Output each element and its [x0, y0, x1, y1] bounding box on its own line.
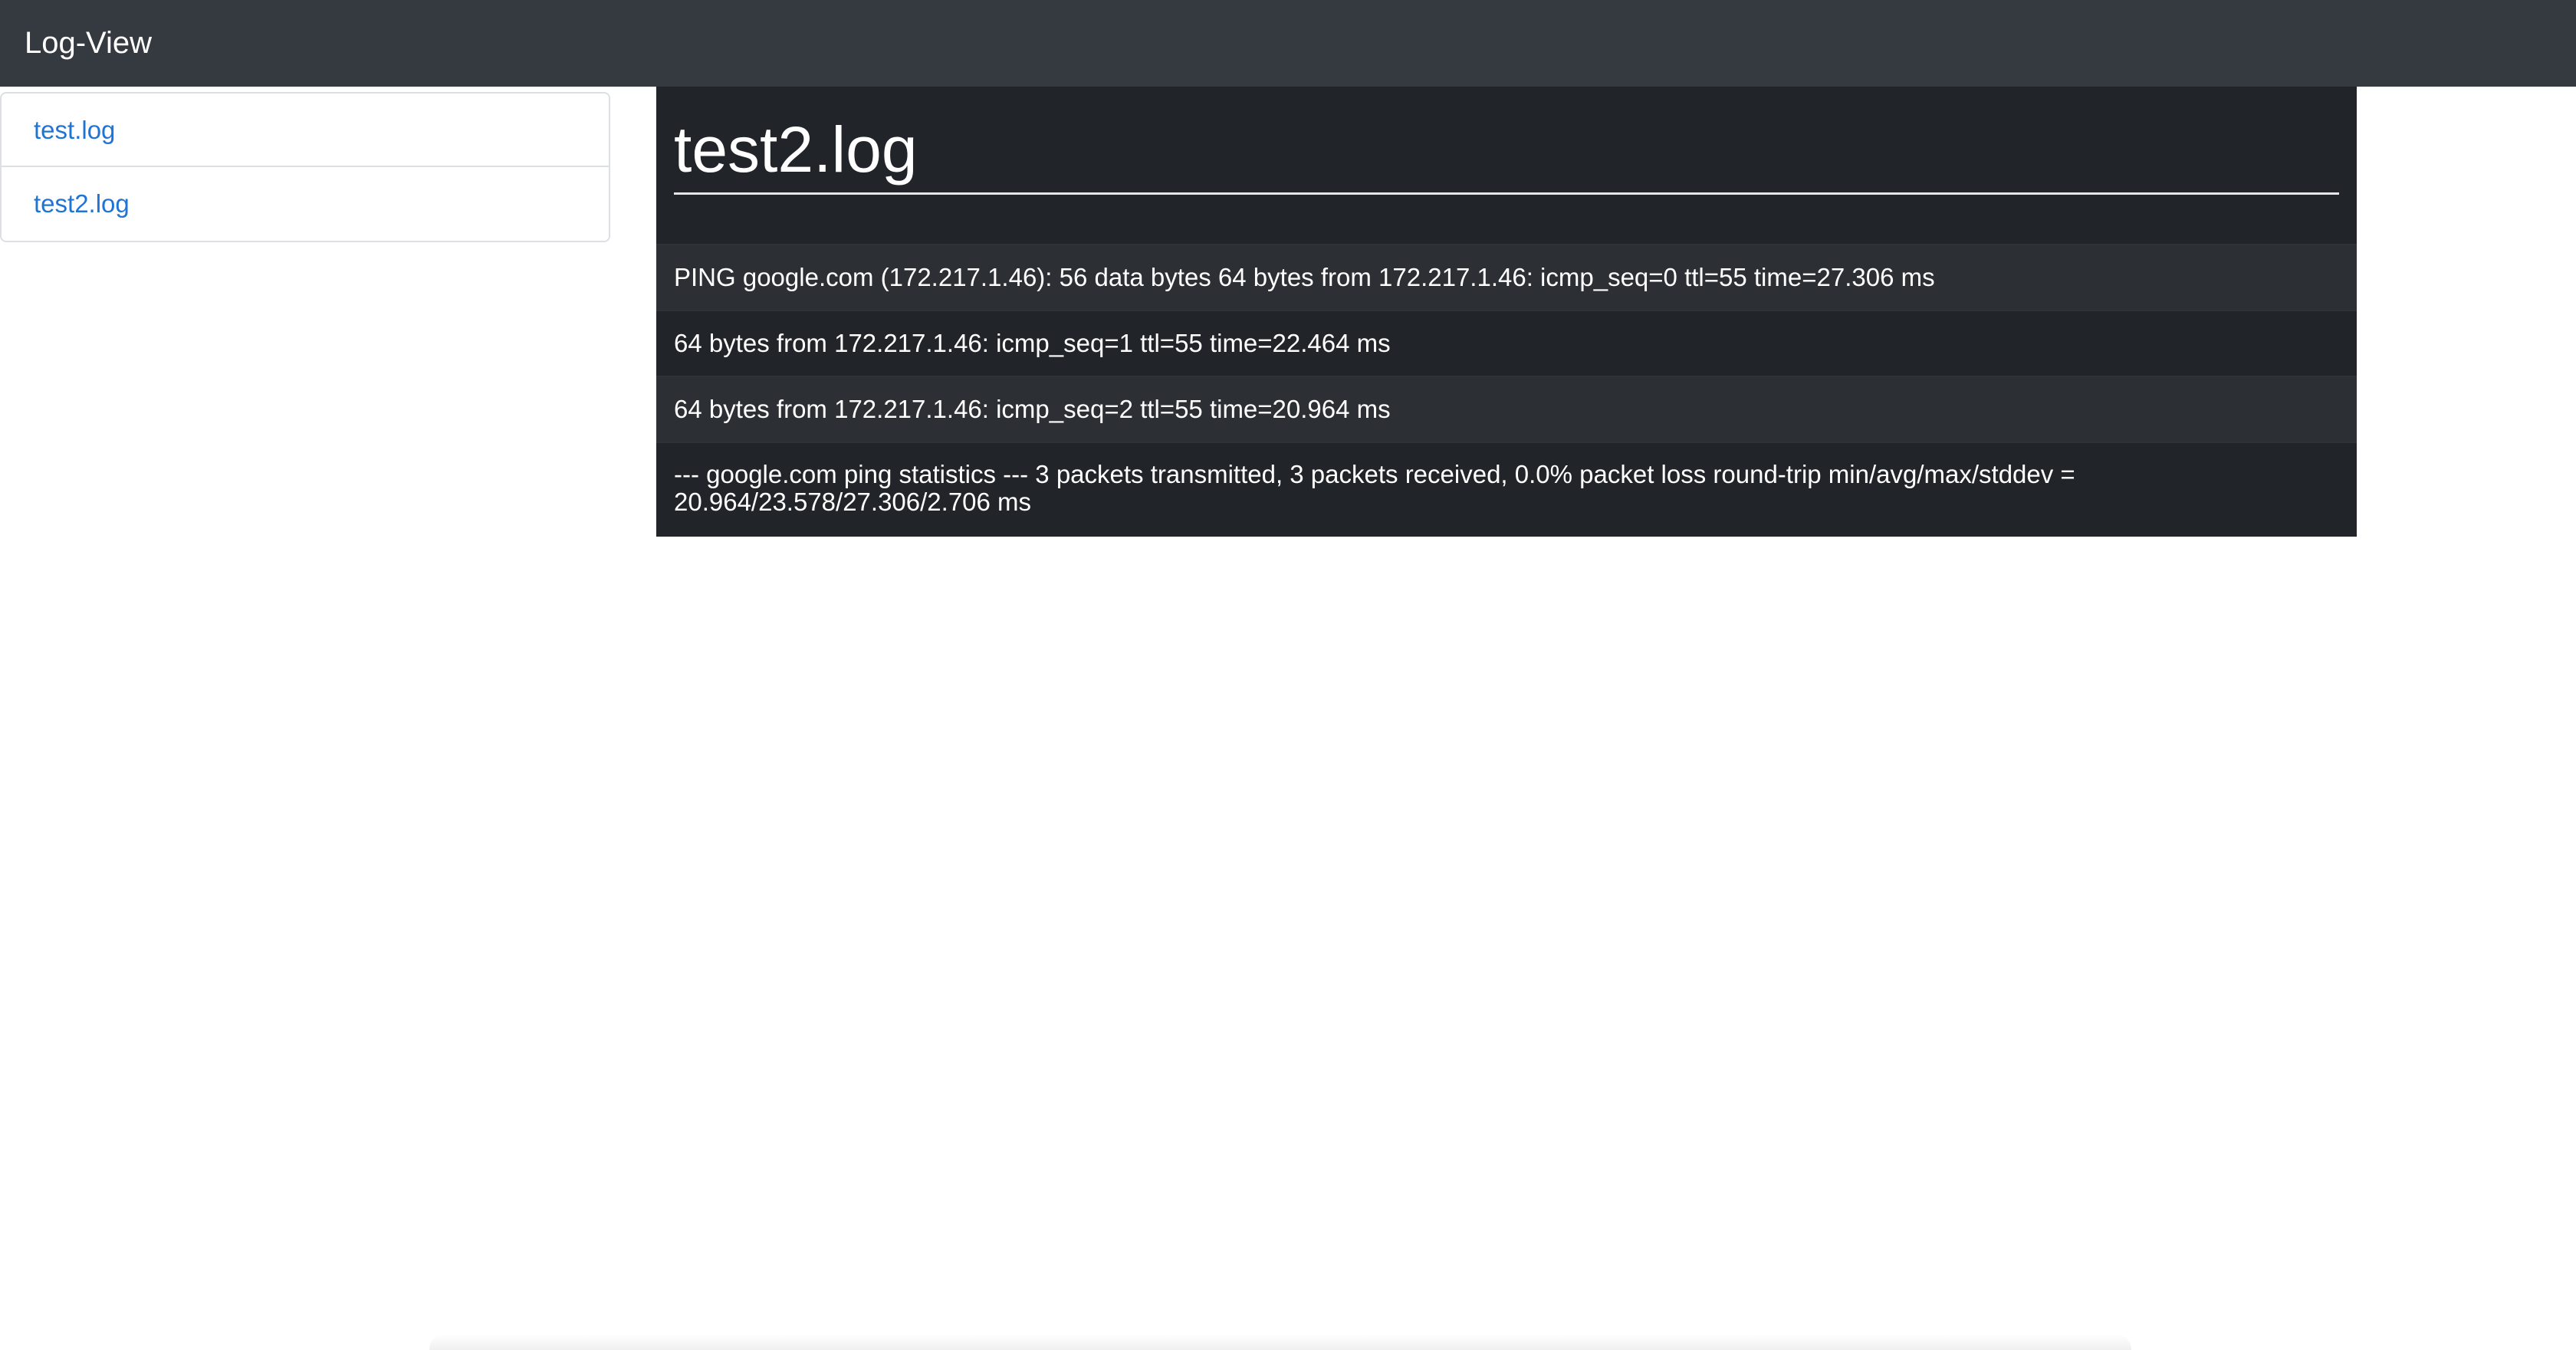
- file-list-item-test2-log[interactable]: test2.log: [2, 167, 609, 241]
- log-table: PING google.com (172.217.1.46): 56 data …: [656, 244, 2357, 534]
- file-list-item-test-log[interactable]: test.log: [2, 94, 609, 167]
- file-list-sidebar: test.log test2.log: [0, 92, 610, 242]
- brand-link[interactable]: Log-View: [25, 26, 152, 60]
- bottom-shadow-decoration: [429, 1334, 2131, 1350]
- log-row: 64 bytes from 172.217.1.46: icmp_seq=2 t…: [656, 376, 2357, 442]
- log-row: PING google.com (172.217.1.46): 56 data …: [656, 244, 2357, 310]
- top-navbar: Log-View: [0, 0, 2576, 87]
- log-row: 64 bytes from 172.217.1.46: icmp_seq=1 t…: [656, 310, 2357, 376]
- log-content-panel: test2.log PING google.com (172.217.1.46)…: [656, 87, 2357, 537]
- title-divider: [674, 192, 2339, 195]
- log-title: test2.log: [674, 113, 918, 186]
- log-row: --- google.com ping statistics --- 3 pac…: [656, 442, 2357, 534]
